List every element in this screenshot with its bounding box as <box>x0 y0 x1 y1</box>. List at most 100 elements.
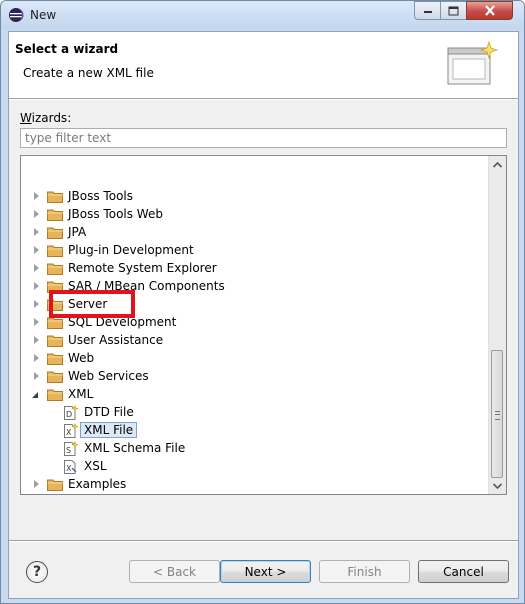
collapsed-arrow-icon[interactable] <box>31 209 41 219</box>
tree-folder-item[interactable]: User Assistance <box>31 331 163 349</box>
tree-file-item[interactable]: X XML File <box>64 421 138 439</box>
new-wizard-banner-icon <box>447 40 499 85</box>
collapsed-arrow-icon[interactable] <box>31 317 41 327</box>
maximize-button[interactable] <box>440 1 467 20</box>
xml-file-icon: X <box>64 422 78 438</box>
tree-folder-item[interactable]: JBoss Tools <box>31 187 133 205</box>
tree-item-label: Server <box>68 297 108 311</box>
tree-item-label: Web <box>68 351 95 365</box>
tree-item-label: XSL <box>84 459 107 473</box>
tree-item-label: User Assistance <box>68 333 164 347</box>
tree-item-label: XML <box>68 387 94 401</box>
tree-item-label: Examples <box>68 477 127 491</box>
folder-icon <box>47 281 63 293</box>
folder-icon <box>47 353 63 365</box>
arrow-up-icon <box>493 161 502 168</box>
window-title: New <box>30 8 57 22</box>
maximize-icon <box>448 6 459 15</box>
tree-folder-item[interactable]: Web Services <box>31 367 149 385</box>
collapsed-arrow-icon[interactable] <box>31 335 41 345</box>
help-button[interactable]: ? <box>26 561 48 583</box>
folder-icon <box>47 299 63 311</box>
minimize-button[interactable] <box>414 1 441 20</box>
scroll-thumb[interactable] <box>491 350 503 478</box>
header-divider <box>9 99 518 100</box>
tree-item-label: SQL Development <box>68 315 177 329</box>
svg-text:X: X <box>66 428 72 437</box>
wizard-filter-input[interactable] <box>20 128 507 148</box>
folder-icon <box>47 371 63 383</box>
tree-folder-item[interactable]: XML <box>31 385 93 403</box>
folder-icon <box>47 245 63 257</box>
wizards-label: Wizards: <box>20 111 72 125</box>
tree-file-item[interactable]: X XSL <box>64 457 107 475</box>
next-button[interactable]: Next > <box>220 560 311 583</box>
tree-item-label: Plug-in Development <box>68 243 194 257</box>
folder-icon <box>47 209 63 221</box>
cancel-button[interactable]: Cancel <box>418 560 509 583</box>
tree-folder-item[interactable]: Examples <box>31 475 126 493</box>
new-wizard-dialog: New Select a wizard Create a new XML fil… <box>0 0 525 604</box>
tree-item-label: JBoss Tools Web <box>68 207 163 221</box>
close-icon <box>484 5 495 16</box>
tree-vertical-scrollbar[interactable] <box>488 156 506 494</box>
back-button[interactable]: < Back <box>129 560 220 583</box>
wizard-header: Select a wizard Create a new XML file <box>9 32 518 99</box>
title-bar[interactable]: New <box>1 1 524 29</box>
folder-icon <box>47 227 63 239</box>
svg-text:D: D <box>66 410 72 419</box>
tree-item-label: Web Services <box>68 369 149 383</box>
tree-folder-item[interactable]: Plug-in Development <box>31 241 194 259</box>
collapsed-arrow-icon[interactable] <box>31 191 41 201</box>
dialog-client-area: Select a wizard Create a new XML file Wi… <box>8 31 519 599</box>
tree-item-label: Remote System Explorer <box>68 261 217 275</box>
tree-file-item[interactable]: D DTD File <box>64 403 134 421</box>
tree-folder-item[interactable]: SAR / MBean Components <box>31 277 225 295</box>
tree-item-label: XML Schema File <box>84 441 186 455</box>
finish-button[interactable]: Finish <box>319 560 410 583</box>
scroll-up-button[interactable] <box>489 156 506 173</box>
collapsed-arrow-icon[interactable] <box>31 299 41 309</box>
tree-item-label: XML File <box>80 422 138 438</box>
tree-folder-item[interactable]: SQL Development <box>31 313 176 331</box>
folder-icon <box>47 479 63 491</box>
collapsed-arrow-icon[interactable] <box>31 263 41 273</box>
page-description: Create a new XML file <box>23 66 154 80</box>
svg-text:S: S <box>66 446 71 455</box>
tree-file-item[interactable]: S XML Schema File <box>64 439 185 457</box>
collapsed-arrow-icon[interactable] <box>31 281 41 291</box>
close-button[interactable] <box>466 1 513 20</box>
arrow-down-icon <box>493 482 502 489</box>
folder-icon <box>47 317 63 329</box>
tree-folder-item[interactable]: Server <box>31 295 107 313</box>
tree-folder-item[interactable]: Web <box>31 349 94 367</box>
tree-item-label: DTD File <box>84 405 134 419</box>
help-icon: ? <box>32 564 42 580</box>
collapsed-arrow-icon[interactable] <box>31 227 41 237</box>
page-title: Select a wizard <box>15 42 119 56</box>
scroll-down-button[interactable] <box>489 477 506 494</box>
collapsed-arrow-icon[interactable] <box>31 479 41 489</box>
tree-item-label: JBoss Tools <box>68 189 133 203</box>
footer-divider-light <box>9 541 518 542</box>
collapsed-arrow-icon[interactable] <box>31 353 41 363</box>
tree-folder-item[interactable]: JBoss Tools Web <box>31 205 163 223</box>
xsl-file-icon: X <box>64 459 77 474</box>
dtd-file-icon: D <box>64 404 78 420</box>
tree-item-label: SAR / MBean Components <box>68 279 225 293</box>
xml-schema-file-icon: S <box>64 440 78 456</box>
folder-icon <box>47 389 63 401</box>
svg-text:X: X <box>66 464 72 473</box>
folder-icon <box>47 263 63 275</box>
scroll-grip-icon <box>495 411 500 420</box>
wizard-tree[interactable]: JBoss Tools JBoss Tools Web JPA Plug-in Dev… <box>20 155 507 495</box>
eclipse-icon <box>9 8 24 22</box>
minimize-icon <box>423 10 432 13</box>
folder-icon <box>47 191 63 203</box>
expanded-arrow-icon[interactable] <box>31 389 41 399</box>
collapsed-arrow-icon[interactable] <box>31 245 41 255</box>
tree-folder-item[interactable]: Remote System Explorer <box>31 259 217 277</box>
tree-folder-item[interactable]: JPA <box>31 223 86 241</box>
tree-item-label: JPA <box>68 225 87 239</box>
collapsed-arrow-icon[interactable] <box>31 371 41 381</box>
